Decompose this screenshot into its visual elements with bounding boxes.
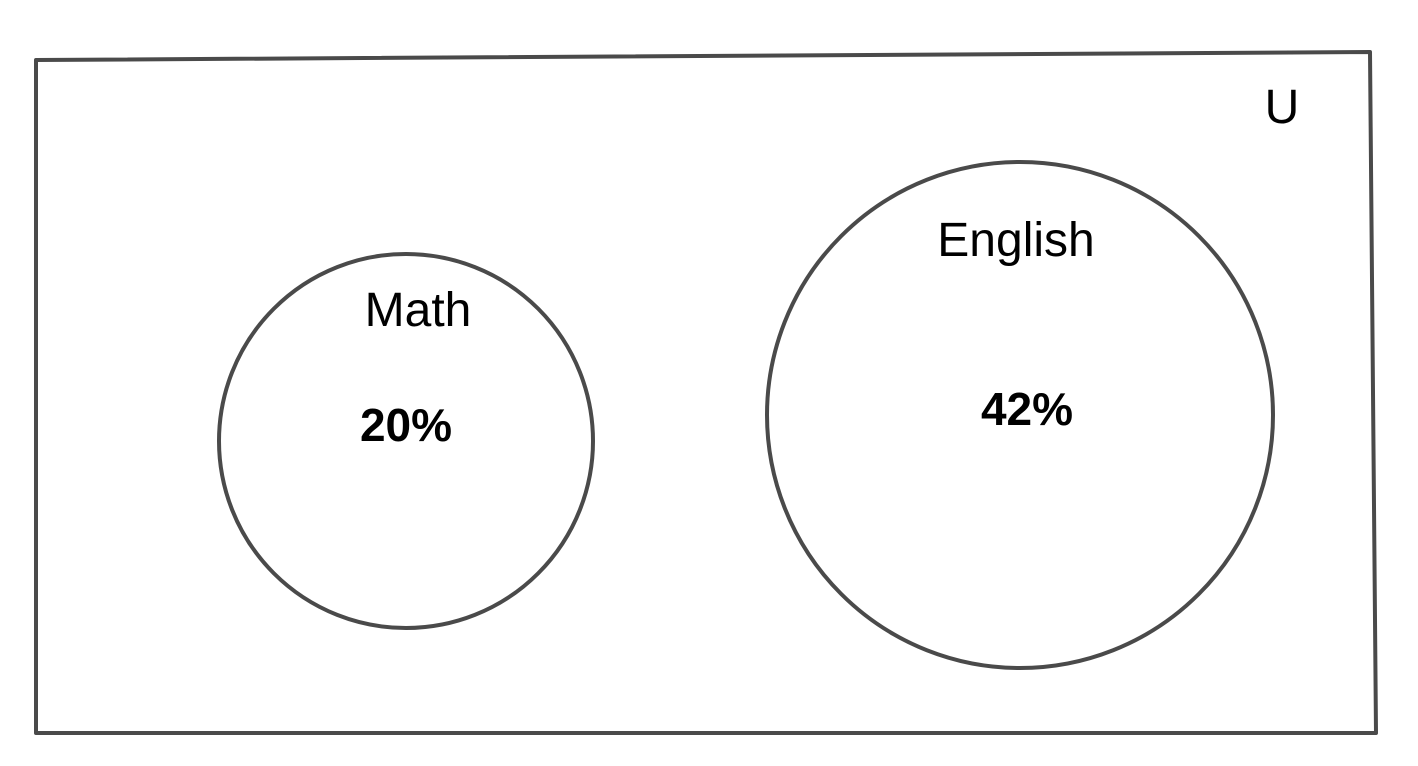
math-value: 20%	[360, 399, 452, 451]
english-value: 42%	[981, 383, 1073, 435]
english-set: English 42%	[765, 160, 1275, 670]
math-set: Math 20%	[217, 252, 595, 630]
universal-set-box	[34, 50, 1378, 735]
venn-diagram: U Math 20% English 42%	[34, 50, 1378, 735]
english-label: English	[937, 214, 1094, 267]
math-label: Math	[365, 284, 472, 337]
universal-set-label: U	[1265, 81, 1300, 134]
